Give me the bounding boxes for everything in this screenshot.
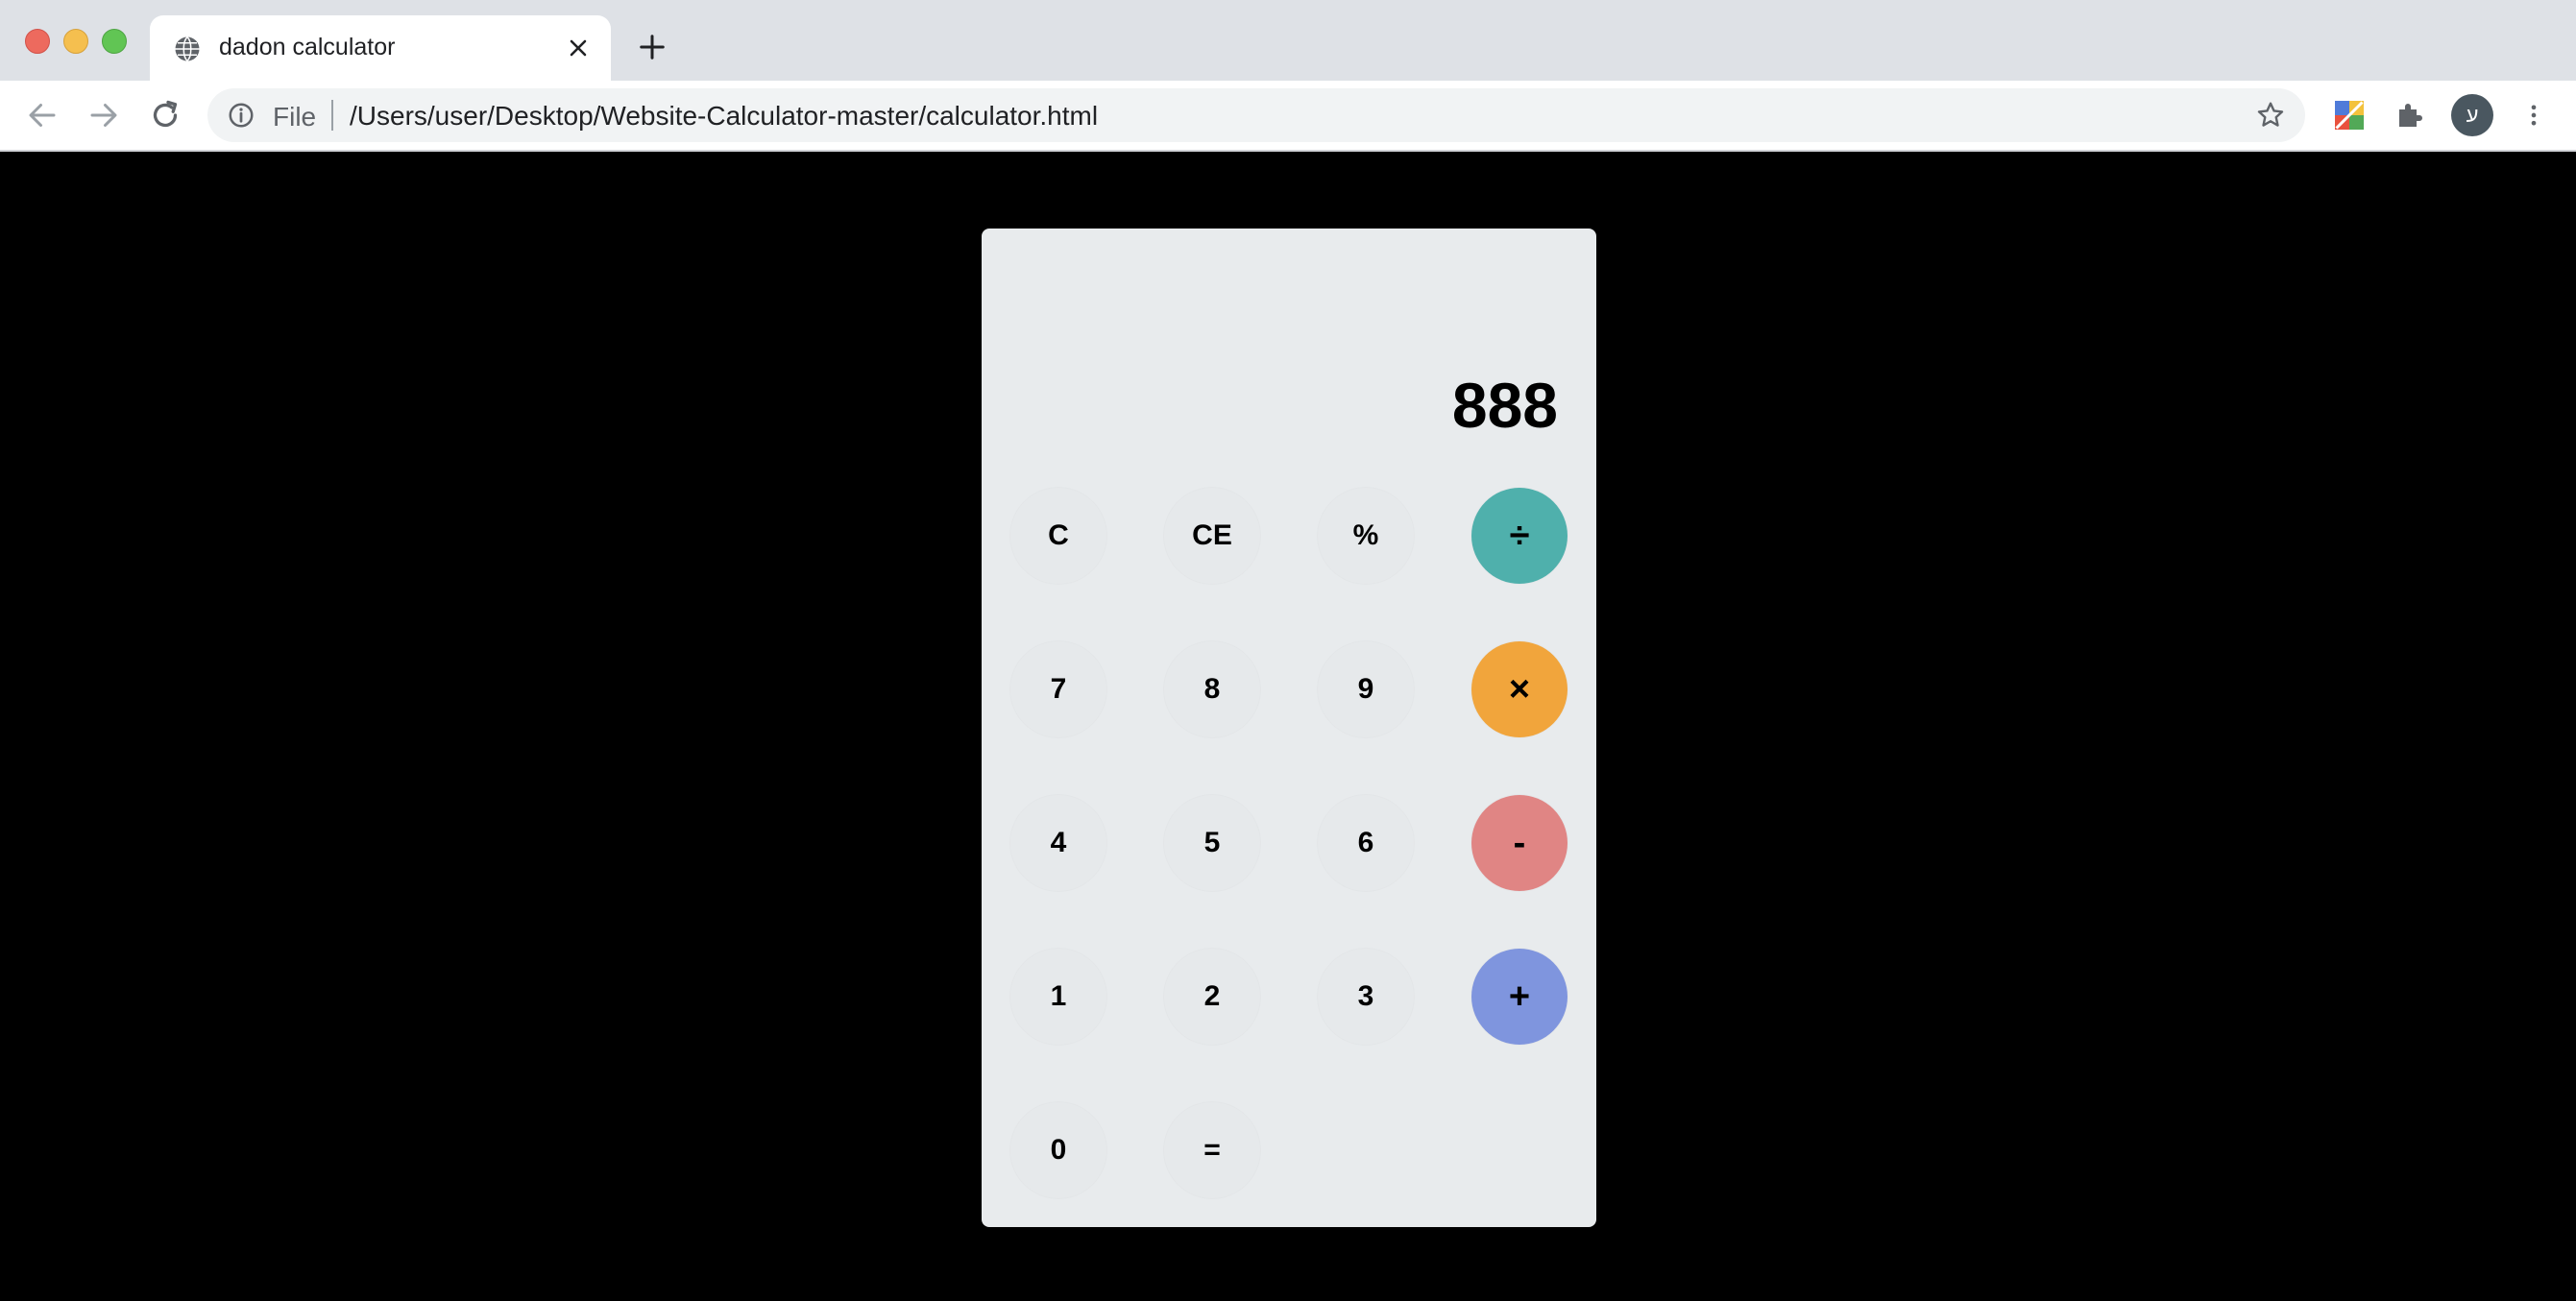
digit-0-button[interactable]: 0 xyxy=(1010,1102,1106,1198)
colorful-extension-icon[interactable] xyxy=(2332,98,2367,133)
digit-8-button[interactable]: 8 xyxy=(1164,641,1260,737)
info-icon[interactable] xyxy=(227,101,255,130)
tab-active[interactable]: dadon calculator xyxy=(150,15,611,81)
digit-5-button[interactable]: 5 xyxy=(1164,795,1260,891)
close-tab-icon[interactable] xyxy=(565,35,592,61)
clear-entry-button[interactable]: CE xyxy=(1164,488,1260,584)
digit-1-button[interactable]: 1 xyxy=(1010,949,1106,1045)
digit-2-button[interactable]: 2 xyxy=(1164,949,1260,1045)
equals-button[interactable]: = xyxy=(1164,1102,1260,1198)
divide-button[interactable]: ÷ xyxy=(1471,488,1567,584)
multiply-button[interactable]: × xyxy=(1471,641,1567,737)
calculator: 888 C CE % ÷ 7 8 9 × 4 5 6 - 1 2 3 + 0 = xyxy=(982,229,1596,1227)
digit-7-button[interactable]: 7 xyxy=(1010,641,1106,737)
subtract-button[interactable]: - xyxy=(1471,795,1567,891)
profile-avatar[interactable]: ע xyxy=(2451,94,2493,136)
globe-icon xyxy=(175,36,200,62)
new-tab-icon[interactable] xyxy=(638,33,667,61)
address-bar[interactable]: File /Users/user/Desktop/Website-Calcula… xyxy=(207,88,2305,142)
browser-chrome: dadon calculator File /Users/user/Deskto… xyxy=(0,0,2576,152)
tab-title: dadon calculator xyxy=(219,34,396,60)
maximize-window-button[interactable] xyxy=(102,29,127,54)
clear-button[interactable]: C xyxy=(1010,488,1106,584)
digit-6-button[interactable]: 6 xyxy=(1318,795,1414,891)
tab-strip: dadon calculator xyxy=(0,0,2576,81)
forward-arrow-icon[interactable] xyxy=(86,98,121,133)
url-separator xyxy=(331,100,333,131)
browser-toolbar: File /Users/user/Desktop/Website-Calcula… xyxy=(0,81,2576,152)
calculator-display: 888 xyxy=(1451,370,1558,441)
back-arrow-icon[interactable] xyxy=(25,98,60,133)
digit-4-button[interactable]: 4 xyxy=(1010,795,1106,891)
minimize-window-button[interactable] xyxy=(63,29,88,54)
close-window-button[interactable] xyxy=(25,29,50,54)
add-button[interactable]: + xyxy=(1471,949,1567,1045)
puzzle-extensions-icon[interactable] xyxy=(2394,98,2428,133)
percent-button[interactable]: % xyxy=(1318,488,1414,584)
digit-9-button[interactable]: 9 xyxy=(1318,641,1414,737)
digit-3-button[interactable]: 3 xyxy=(1318,949,1414,1045)
url-scheme-label: File xyxy=(273,102,317,132)
reload-icon[interactable] xyxy=(148,98,182,133)
url-text[interactable]: /Users/user/Desktop/Website-Calculator-m… xyxy=(350,101,1098,132)
bookmark-star-icon[interactable] xyxy=(2255,100,2286,131)
kebab-menu-icon[interactable] xyxy=(2520,98,2547,133)
